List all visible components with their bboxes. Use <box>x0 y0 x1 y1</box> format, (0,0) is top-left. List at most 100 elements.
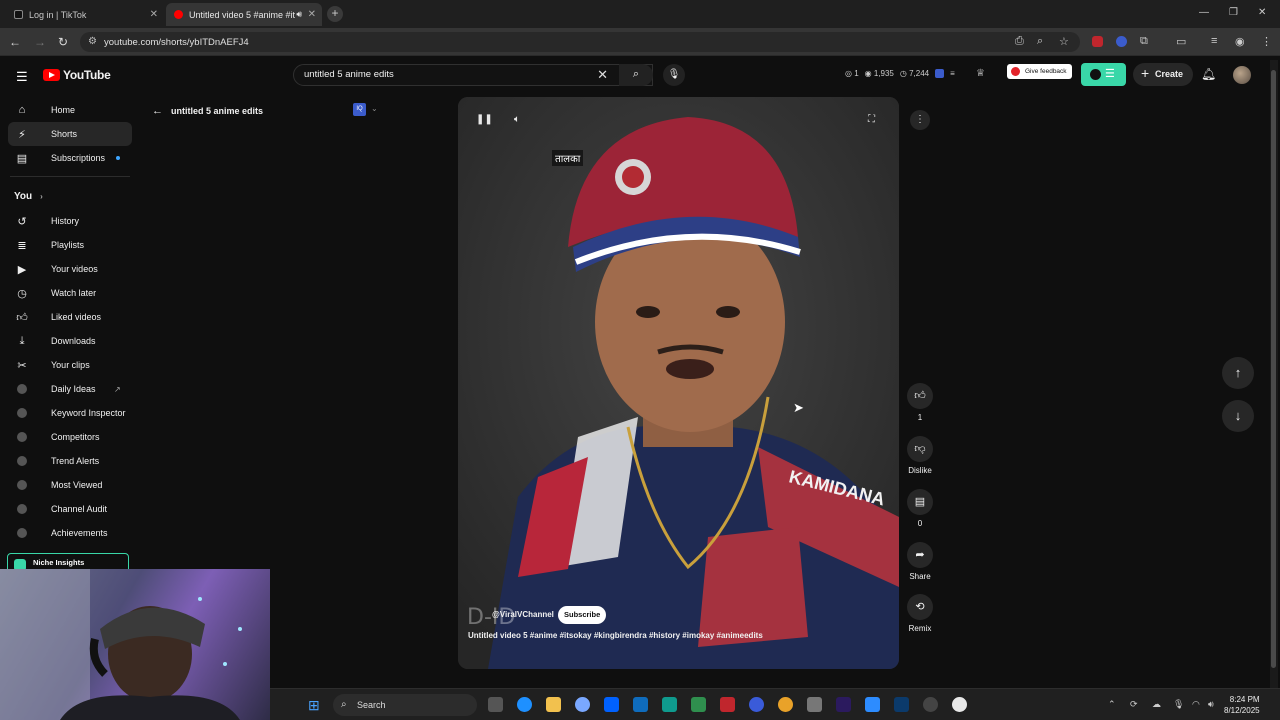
sidebar-item-downloads[interactable]: ⤓ Downloads <box>8 329 132 353</box>
clear-icon[interactable]: ✕ <box>597 65 608 85</box>
sidebar-item-daily-ideas[interactable]: Daily Ideas ↗ <box>8 377 132 401</box>
avatar[interactable] <box>1233 66 1251 84</box>
reload-icon[interactable]: ↻ <box>58 35 68 49</box>
edge-icon[interactable] <box>517 697 532 712</box>
vidiq-icon[interactable] <box>935 69 945 78</box>
back-to-search[interactable]: ← untitled 5 anime edits <box>152 105 263 117</box>
shorts-video-player[interactable]: KAMIDANA <box>458 97 899 669</box>
sidebar-item-your-clips[interactable]: ✂ Your clips <box>8 353 132 377</box>
clock[interactable]: 8:24 PM 8/12/2025 <box>1224 694 1260 716</box>
give-feedback-button[interactable]: Give feedback <box>1007 64 1072 79</box>
scrollbar-thumb[interactable] <box>1271 70 1276 668</box>
forward-icon[interactable]: → <box>34 35 46 49</box>
sidebar-item-achievements[interactable]: Achievements <box>8 521 132 545</box>
sidebar-item-competitors[interactable]: Competitors <box>8 425 132 449</box>
sidepanel-icon[interactable]: ▭ <box>1176 35 1186 48</box>
app-icon[interactable] <box>749 697 764 712</box>
video-title[interactable]: Untitled video 5 #anime #itsokay #kingbi… <box>468 630 768 642</box>
sync-icon[interactable]: ⟳ <box>1130 699 1138 710</box>
speaker-icon[interactable]: 🔊︎ <box>296 9 302 20</box>
sidebar-item-most-viewed[interactable]: Most Viewed <box>8 473 132 497</box>
settings-icon[interactable] <box>807 697 822 712</box>
sidebar-item-keyword-inspector[interactable]: Keyword Inspector <box>8 401 132 425</box>
page-scrollbar[interactable] <box>1270 60 1278 688</box>
tab-tiktok[interactable]: Log in | TikTok ✕ <box>6 3 164 26</box>
subscribe-button[interactable]: Subscribe <box>558 606 607 624</box>
new-tab-button[interactable]: + <box>327 6 343 22</box>
app-icon[interactable] <box>865 697 880 712</box>
outlook-icon[interactable] <box>633 697 648 712</box>
photoshop-icon[interactable] <box>894 697 909 712</box>
trophy-icon[interactable]: ♕ <box>976 68 985 79</box>
sidebar-item-trend-alerts[interactable]: Trend Alerts <box>8 449 132 473</box>
extension-blue-icon[interactable] <box>1116 36 1127 47</box>
copilot-icon[interactable] <box>575 697 590 712</box>
task-view-icon[interactable] <box>488 697 503 712</box>
sidebar-item-playlists[interactable]: ≣ Playlists <box>8 233 132 257</box>
taskbar-search[interactable]: ⌕ Search <box>333 694 477 716</box>
dislike-button[interactable]: 👎︎ Dislike <box>904 436 936 475</box>
url-field[interactable]: ⚙ youtube.com/shorts/ybITDnAEFJ4 <box>80 32 1080 52</box>
site-info-icon[interactable]: ⚙ <box>88 36 97 47</box>
close-window-icon[interactable]: ✕ <box>1258 7 1266 18</box>
sidebar-item-your-videos[interactable]: ▶ Your videos <box>8 257 132 281</box>
previous-short-button[interactable]: ↑ <box>1222 357 1254 389</box>
sidebar-item-history[interactable]: ↺ History <box>8 209 132 233</box>
chevron-up-icon[interactable]: ⌃ <box>1108 699 1116 710</box>
tab-youtube[interactable]: Untitled video 5 #anime #it 🔊︎ ✕ <box>166 3 322 26</box>
sidebar-item-home[interactable]: ⌂ Home <box>8 98 132 122</box>
menu-kebab-icon[interactable]: ⋮ <box>1261 35 1272 48</box>
you-section-heading[interactable]: You › <box>0 183 140 209</box>
minimize-icon[interactable]: — <box>1199 7 1209 18</box>
sidebar-item-liked-videos[interactable]: 👍︎ Liked videos <box>8 305 132 329</box>
search-input[interactable]: untitled 5 anime edits ✕ <box>293 64 653 86</box>
install-icon[interactable]: ⎙ <box>1015 35 1024 48</box>
mcafee-icon[interactable] <box>720 697 735 712</box>
remix-button[interactable]: ⟲ Remix <box>904 594 936 633</box>
app-icon[interactable] <box>691 697 706 712</box>
bookmark-star-icon[interactable]: ☆ <box>1059 35 1069 48</box>
file-explorer-icon[interactable] <box>546 697 561 712</box>
search-button[interactable]: ⌕ <box>619 64 653 86</box>
vidiq-chip-icon[interactable]: IQ <box>353 103 366 116</box>
extensions-icon[interactable]: ⧉ <box>1140 35 1148 48</box>
windows-start-icon[interactable]: ⊞ <box>308 697 320 714</box>
notifications-bell-icon[interactable]: 🔔︎ <box>1201 67 1216 81</box>
fullscreen-icon[interactable]: ⛶ <box>868 114 875 125</box>
extension-red-icon[interactable] <box>1092 36 1103 47</box>
sidebar-item-shorts[interactable]: ⚡︎ Shorts <box>8 122 132 146</box>
media-icon[interactable]: ≡ <box>1211 35 1217 47</box>
youtube-logo[interactable]: YouTube <box>43 68 111 82</box>
app-icon[interactable] <box>923 697 938 712</box>
more-options-button[interactable]: ⋮ <box>910 110 930 130</box>
next-short-button[interactable]: ↓ <box>1222 400 1254 432</box>
obs-icon[interactable] <box>952 697 967 712</box>
volume-icon[interactable]: 🔈︎ <box>514 114 520 125</box>
close-icon[interactable]: ✕ <box>150 9 158 20</box>
pause-icon[interactable]: ❚❚ <box>476 114 493 125</box>
dropbox-icon[interactable] <box>604 697 619 712</box>
like-button[interactable]: 👍︎ 1 <box>904 383 936 422</box>
wifi-icon[interactable]: ◠ <box>1192 699 1200 710</box>
sidebar-item-subscriptions[interactable]: ▤ Subscriptions <box>8 146 132 170</box>
share-button[interactable]: ➦ Share <box>904 542 936 581</box>
create-button[interactable]: Create <box>1133 62 1194 86</box>
profile-icon[interactable]: ◉ <box>1235 35 1245 48</box>
mic-icon[interactable]: 🎙︎ <box>1173 699 1184 710</box>
vidiq-button[interactable] <box>1081 63 1126 86</box>
close-icon[interactable]: ✕ <box>308 9 316 20</box>
chevron-down-icon[interactable]: ⌄ <box>371 104 378 113</box>
cloud-icon[interactable]: ☁ <box>1152 699 1161 710</box>
chrome-icon[interactable] <box>778 697 793 712</box>
channel-name[interactable]: @ViralVChannel <box>492 610 554 619</box>
volume-icon[interactable]: 🔊︎ <box>1208 699 1214 710</box>
sidebar-item-channel-audit[interactable]: Channel Audit <box>8 497 132 521</box>
sidebar-item-watch-later[interactable]: ◷ Watch later <box>8 281 132 305</box>
back-icon[interactable]: ← <box>9 35 21 49</box>
store-icon[interactable] <box>662 697 677 712</box>
comments-button[interactable]: ▤ 0 <box>904 489 936 528</box>
premiere-icon[interactable] <box>836 697 851 712</box>
list-icon[interactable]: ≡ <box>950 69 955 78</box>
restore-icon[interactable]: ❐ <box>1229 7 1238 18</box>
hamburger-menu-icon[interactable]: ☰ <box>16 69 28 85</box>
